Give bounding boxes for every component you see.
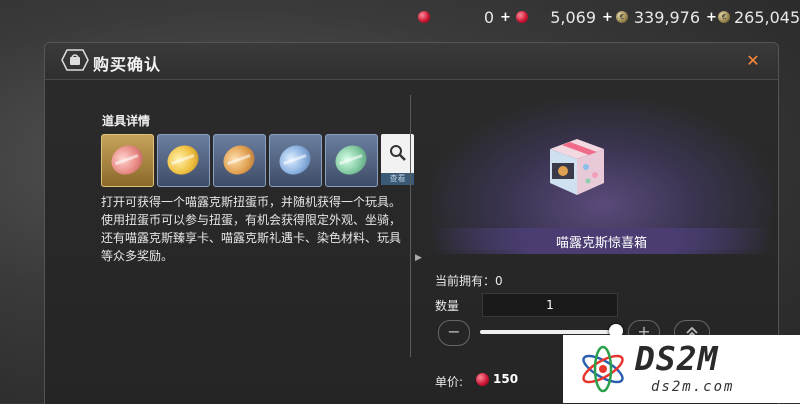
reward-item-slot[interactable] <box>213 134 266 187</box>
minus-icon: − <box>447 322 461 341</box>
reward-item-slot[interactable] <box>325 134 378 187</box>
expand-arrow-icon[interactable]: ▶ <box>415 253 422 263</box>
surprise-box-icon <box>550 139 604 195</box>
reward-item-slot[interactable] <box>101 134 154 187</box>
owned-count: 当前拥有：0 <box>435 274 503 288</box>
coin-icon: € <box>718 11 730 23</box>
dialog-title: 购买确认 <box>93 55 162 74</box>
gacha-coin-icon <box>274 139 316 181</box>
decrease-quantity-button[interactable]: − <box>438 320 470 346</box>
atom-logo-icon <box>582 345 624 393</box>
quantity-input[interactable]: 1 <box>482 293 618 317</box>
gacha-coin-icon <box>330 139 372 181</box>
currency-gem-1: 0 + <box>418 6 511 28</box>
item-name: 喵露克斯惊喜箱 <box>555 236 647 251</box>
shop-bag-icon <box>61 49 89 71</box>
reward-item-slot[interactable] <box>269 134 322 187</box>
currency-amount: 0 <box>483 7 494 27</box>
currency-coin-2: € 265,045 <box>718 6 800 28</box>
red-gem-icon <box>476 373 489 386</box>
dialog-header: 购买确认 ✕ <box>45 43 778 80</box>
unit-price-label: 单价: <box>435 375 464 389</box>
item-details-title: 道具详情 <box>102 114 151 128</box>
gacha-coin-icon <box>162 139 204 181</box>
currency-coin-1: € 339,976 + <box>616 6 717 28</box>
gacha-coin-icon <box>218 139 260 181</box>
reward-item-slot[interactable] <box>157 134 210 187</box>
add-currency-button[interactable]: + <box>500 10 511 25</box>
red-gem-icon <box>418 11 430 23</box>
quantity-label: 数量 <box>435 299 460 313</box>
reward-item-list: 查看 <box>101 134 414 187</box>
close-icon: ✕ <box>746 51 760 70</box>
currency-amount: 265,045 <box>734 7 800 27</box>
watermark: DS2M ds2m.com <box>563 335 800 403</box>
add-currency-button[interactable]: + <box>706 10 717 25</box>
watermark-url: ds2m.com <box>651 379 735 395</box>
red-gem-icon <box>516 11 528 23</box>
currency-gem-2: 5,069 + <box>516 6 613 28</box>
currency-amount: 5,069 <box>550 7 596 27</box>
watermark-brand: DS2M <box>635 339 719 378</box>
unit-price: 150 <box>493 372 519 386</box>
gacha-coin-icon <box>106 139 148 181</box>
close-button[interactable]: ✕ <box>744 52 762 70</box>
quantity-slider[interactable] <box>480 330 616 334</box>
magnifier-icon <box>390 145 406 161</box>
add-currency-button[interactable]: + <box>602 10 613 25</box>
item-description: 打开可获得一个喵露克斯扭蛋币，并随机获得一个玩具。使用扭蛋币可以参与扭蛋，有机会… <box>101 195 402 263</box>
currency-amount: 339,976 <box>633 7 700 27</box>
panel-divider <box>410 95 411 357</box>
currency-bar: 0 + 5,069 + € 339,976 + € 265,045 <box>0 6 800 28</box>
coin-icon: € <box>616 11 628 23</box>
